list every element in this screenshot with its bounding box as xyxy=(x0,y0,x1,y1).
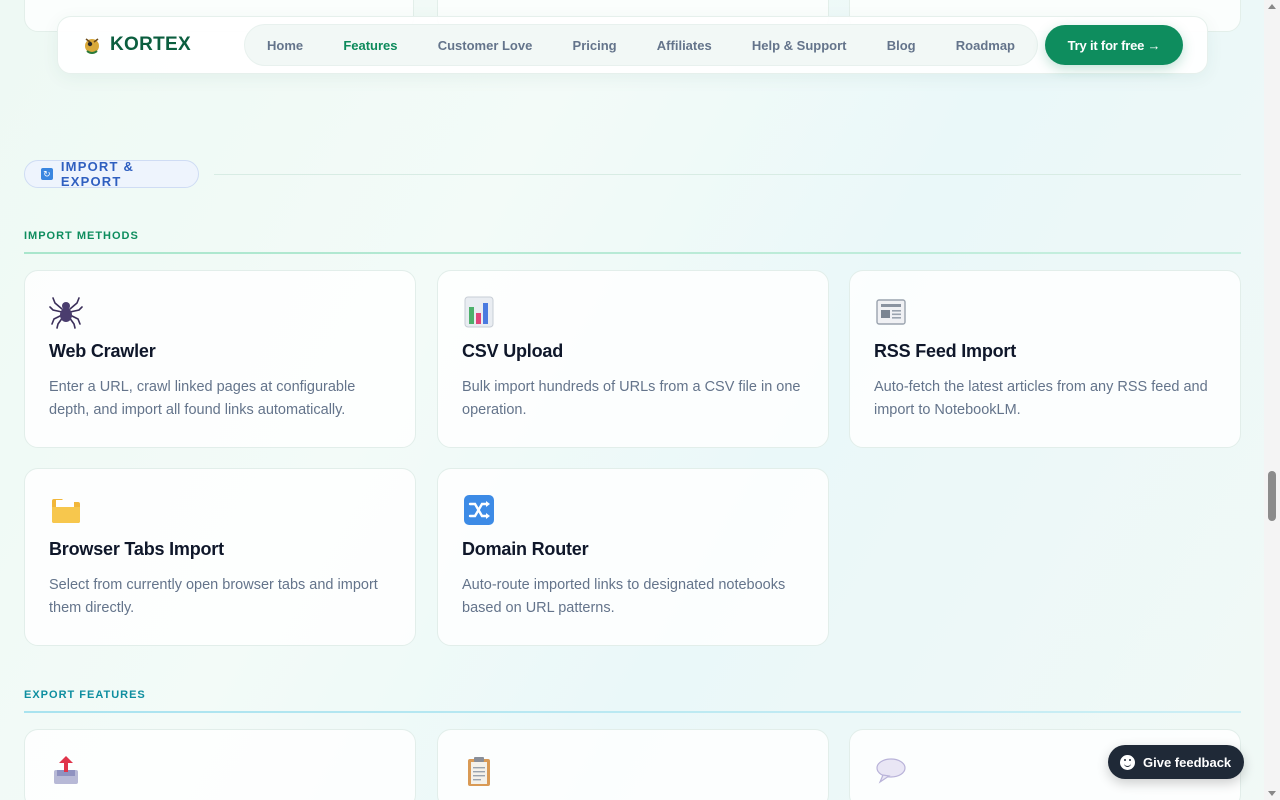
outbox-icon xyxy=(54,756,78,784)
feature-card-web-crawler: Web Crawler Enter a URL, crawl linked pa… xyxy=(24,270,416,448)
page: KORTEX Home Features Customer Love Prici… xyxy=(0,0,1264,800)
nav-link-affiliates[interactable]: Affiliates xyxy=(657,38,712,53)
nav-links: Home Features Customer Love Pricing Affi… xyxy=(244,24,1038,66)
clipboard-icon xyxy=(468,757,490,786)
brand-logo-icon xyxy=(85,38,99,54)
brand-name: KORTEX xyxy=(110,34,191,55)
card-title: CSV Upload xyxy=(462,341,564,361)
card-title: Browser Tabs Import xyxy=(49,539,224,559)
brand[interactable]: KORTEX xyxy=(82,34,220,56)
spider-icon xyxy=(49,297,83,329)
divider xyxy=(214,174,1241,175)
bar-chart-icon xyxy=(464,296,494,328)
top-navbar: KORTEX Home Features Customer Love Prici… xyxy=(57,16,1208,74)
try-free-button[interactable]: Try it for free → xyxy=(1045,25,1183,65)
nav-link-roadmap[interactable]: Roadmap xyxy=(956,38,1015,53)
shuffle-icon xyxy=(464,495,494,525)
vertical-scrollbar[interactable] xyxy=(1264,0,1280,800)
divider xyxy=(24,252,1241,254)
export-features-heading: EXPORT FEATURES xyxy=(24,689,146,701)
scroll-up-arrow-icon[interactable] xyxy=(1268,4,1276,9)
nav-link-home[interactable]: Home xyxy=(267,38,303,53)
section-badge: ↻ IMPORT & EXPORT xyxy=(24,159,199,189)
card-title: Domain Router xyxy=(462,539,589,559)
divider xyxy=(24,711,1241,713)
export-card xyxy=(437,729,829,800)
card-description: Bulk import hundreds of URLs from a CSV … xyxy=(462,379,801,418)
card-description: Auto-fetch the latest articles from any … xyxy=(874,379,1208,418)
nav-link-pricing[interactable]: Pricing xyxy=(573,38,617,53)
card-title: RSS Feed Import xyxy=(874,341,1017,361)
scroll-thumb[interactable] xyxy=(1268,471,1276,521)
refresh-icon: ↻ xyxy=(41,168,53,180)
speech-bubble-icon xyxy=(876,758,906,784)
export-card xyxy=(24,729,416,800)
give-feedback-button[interactable]: Give feedback xyxy=(1108,745,1244,779)
section-badge-label: IMPORT & EXPORT xyxy=(60,159,135,189)
card-title: Web Crawler xyxy=(49,341,156,361)
card-description: Select from currently open browser tabs … xyxy=(49,577,378,616)
feature-card-domain-router: Domain Router Auto-route imported links … xyxy=(437,468,829,646)
newspaper-icon xyxy=(876,299,906,325)
card-description: Enter a URL, crawl linked pages at confi… xyxy=(49,379,356,418)
feature-card-browser-tabs-import: Browser Tabs Import Select from currentl… xyxy=(24,468,416,646)
nav-link-blog[interactable]: Blog xyxy=(887,38,916,53)
nav-link-help-support[interactable]: Help & Support xyxy=(752,38,847,53)
folder-icon xyxy=(52,499,80,523)
nav-link-features[interactable]: Features xyxy=(343,38,397,53)
smiley-icon xyxy=(1120,754,1135,770)
scroll-down-arrow-icon[interactable] xyxy=(1268,791,1276,796)
give-feedback-label: Give feedback xyxy=(1143,754,1232,770)
import-methods-heading: IMPORT METHODS xyxy=(24,230,139,242)
nav-link-customer-love[interactable]: Customer Love xyxy=(438,38,533,53)
feature-card-csv-upload: CSV Upload Bulk import hundreds of URLs … xyxy=(437,270,829,448)
feature-card-rss-feed-import: RSS Feed Import Auto-fetch the latest ar… xyxy=(849,270,1241,448)
card-description: Auto-route imported links to designated … xyxy=(462,577,786,616)
